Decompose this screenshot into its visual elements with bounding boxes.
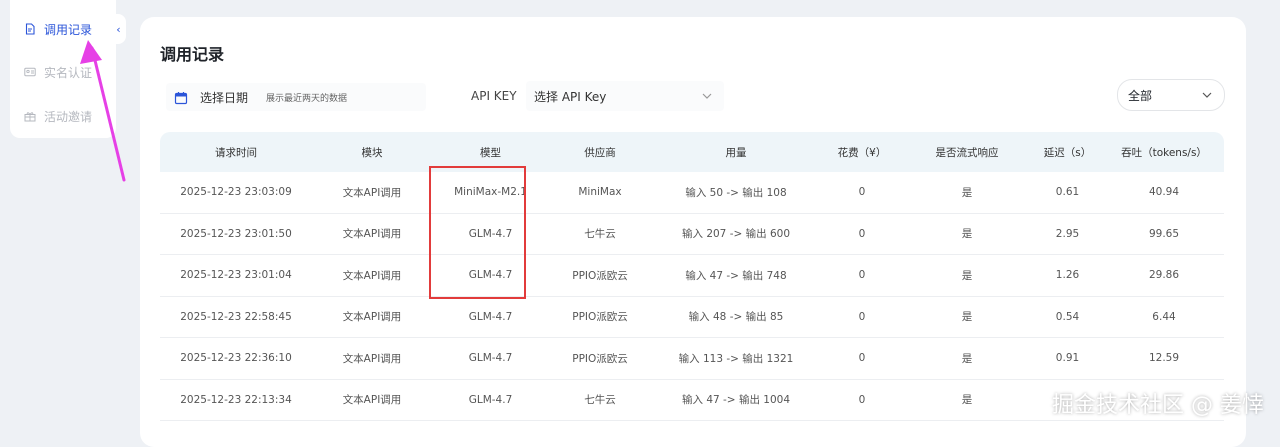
table-row[interactable]: 2025-12-23 22:36:10 文本API调用 GLM-4.7 PPIO…: [160, 338, 1224, 380]
cell-request-time: 2025-12-23 22:58:45: [180, 310, 292, 323]
cell-throughput: 29.86: [1148, 269, 1180, 282]
column-header-usage[interactable]: 用量: [651, 145, 821, 160]
column-header-model[interactable]: 模型: [432, 145, 549, 160]
cell-request-time: 2025-12-23 23:01:50: [180, 227, 292, 240]
cell-latency: 2.95: [1055, 227, 1080, 240]
sidebar-item-label: 调用记录: [44, 22, 93, 37]
cell-usage: 输入 207 -> 输出 600: [681, 228, 791, 241]
table-row[interactable]: 2025-12-23 22:58:45 文本API调用 GLM-4.7 PPIO…: [160, 297, 1224, 338]
cell-throughput: 40.94: [1148, 186, 1180, 199]
cell-model: GLM-4.7: [468, 269, 513, 282]
chevron-down-icon: [1202, 90, 1212, 101]
table-header: 请求时间 模块 模型 供应商 用量 花费（¥） 是否流式响应 延迟（s） 吞吐（…: [160, 132, 1224, 172]
cell-cost: 0: [858, 186, 866, 199]
column-header-request-time[interactable]: 请求时间: [160, 145, 312, 160]
apikey-label: API KEY: [471, 89, 517, 103]
cell-streaming: 是: [961, 394, 973, 407]
table-row[interactable]: 2025-12-23 23:03:09 文本API调用 MiniMax-M2.1…: [160, 172, 1224, 214]
cell-latency: 1.26: [1055, 269, 1080, 282]
apikey-select-value: 选择 API Key: [534, 89, 607, 104]
scope-select-value: 全部: [1128, 88, 1153, 103]
cell-request-time: 2025-12-23 23:03:09: [180, 186, 292, 199]
scope-select[interactable]: 全部: [1117, 79, 1225, 111]
sidebar: 调用记录 实名认证 活动邀请: [10, 0, 116, 138]
cell-cost: 0: [858, 227, 866, 240]
watermark: 掘金技术社区 @ 姜悻: [1052, 393, 1264, 418]
column-header-latency[interactable]: 延迟（s）: [1031, 145, 1104, 160]
chevron-down-icon: [702, 91, 712, 102]
cell-cost: 0: [858, 352, 866, 365]
cell-request-time: 2025-12-23 22:13:34: [180, 393, 292, 406]
main-panel: 调用记录 选择日期 展示最近两天的数据 API KEY 选择 API Key 全…: [140, 17, 1246, 447]
cell-throughput: 99.65: [1148, 227, 1180, 240]
cell-latency: 0.61: [1055, 186, 1080, 199]
cell-provider: MiniMax: [578, 186, 622, 199]
cell-cost: 0: [858, 393, 866, 406]
page-title: 调用记录: [160, 45, 225, 64]
cell-module: 文本API调用: [342, 228, 402, 241]
cell-module: 文本API调用: [342, 311, 402, 324]
cell-module: 文本API调用: [342, 394, 402, 407]
table-row[interactable]: 2025-12-23 23:01:50 文本API调用 GLM-4.7 七牛云 …: [160, 214, 1224, 255]
call-records-table: 请求时间 模块 模型 供应商 用量 花费（¥） 是否流式响应 延迟（s） 吞吐（…: [160, 132, 1224, 421]
cell-provider: 七牛云: [584, 394, 616, 407]
file-icon: [24, 23, 36, 35]
cell-usage: 输入 48 -> 输出 85: [688, 311, 784, 324]
sidebar-item-label: 活动邀请: [44, 109, 93, 124]
cell-provider: PPIO派欧云: [572, 311, 628, 324]
cell-cost: 0: [858, 310, 866, 323]
sidebar-item-verification[interactable]: 实名认证: [24, 62, 92, 82]
cell-throughput: 12.59: [1148, 352, 1180, 365]
id-card-icon: [24, 66, 36, 78]
cell-streaming: 是: [961, 186, 973, 199]
cell-provider: 七牛云: [584, 228, 616, 241]
cell-model: MiniMax-M2.1: [454, 186, 527, 199]
gift-icon: [24, 110, 36, 122]
column-header-cost[interactable]: 花费（¥）: [821, 145, 903, 160]
cell-usage: 输入 50 -> 输出 108: [685, 186, 787, 199]
column-header-provider[interactable]: 供应商: [549, 145, 651, 160]
cell-usage: 输入 113 -> 输出 1321: [678, 352, 794, 365]
cell-latency: 0.54: [1055, 310, 1080, 323]
sidebar-item-label: 实名认证: [44, 65, 93, 80]
cell-provider: PPIO派欧云: [572, 352, 628, 365]
cell-streaming: 是: [961, 228, 973, 241]
column-header-streaming[interactable]: 是否流式响应: [903, 145, 1031, 160]
apikey-select[interactable]: 选择 API Key: [526, 81, 724, 111]
cell-request-time: 2025-12-23 23:01:04: [180, 269, 292, 282]
date-picker-label: 选择日期: [200, 90, 249, 105]
cell-throughput: 6.44: [1152, 310, 1176, 323]
column-header-module[interactable]: 模块: [312, 145, 432, 160]
cell-model: GLM-4.7: [468, 310, 513, 323]
cell-model: GLM-4.7: [468, 352, 513, 365]
cell-model: GLM-4.7: [468, 393, 513, 406]
cell-streaming: 是: [961, 269, 973, 282]
cell-streaming: 是: [961, 311, 973, 324]
cell-module: 文本API调用: [342, 269, 402, 282]
cell-usage: 输入 47 -> 输出 1004: [681, 394, 791, 407]
column-header-throughput[interactable]: 吞吐（tokens/s）: [1104, 145, 1224, 160]
sidebar-collapse-button[interactable]: ‹: [111, 14, 126, 44]
date-picker[interactable]: 选择日期 展示最近两天的数据: [166, 83, 426, 111]
cell-usage: 输入 47 -> 输出 748: [685, 269, 787, 282]
table-row[interactable]: 2025-12-23 23:01:04 文本API调用 GLM-4.7 PPIO…: [160, 255, 1224, 297]
cell-cost: 0: [858, 269, 866, 282]
cell-module: 文本API调用: [342, 186, 402, 199]
cell-streaming: 是: [961, 352, 973, 365]
sidebar-item-call-records[interactable]: 调用记录: [24, 19, 92, 39]
calendar-icon: [174, 90, 188, 105]
date-picker-hint: 展示最近两天的数据: [266, 93, 348, 104]
cell-request-time: 2025-12-23 22:36:10: [180, 352, 292, 365]
cell-latency: 0.91: [1055, 352, 1080, 365]
sidebar-item-invite[interactable]: 活动邀请: [24, 106, 92, 126]
cell-provider: PPIO派欧云: [572, 269, 628, 282]
cell-module: 文本API调用: [342, 352, 402, 365]
chevron-left-icon: ‹: [116, 22, 121, 36]
cell-model: GLM-4.7: [468, 227, 513, 240]
